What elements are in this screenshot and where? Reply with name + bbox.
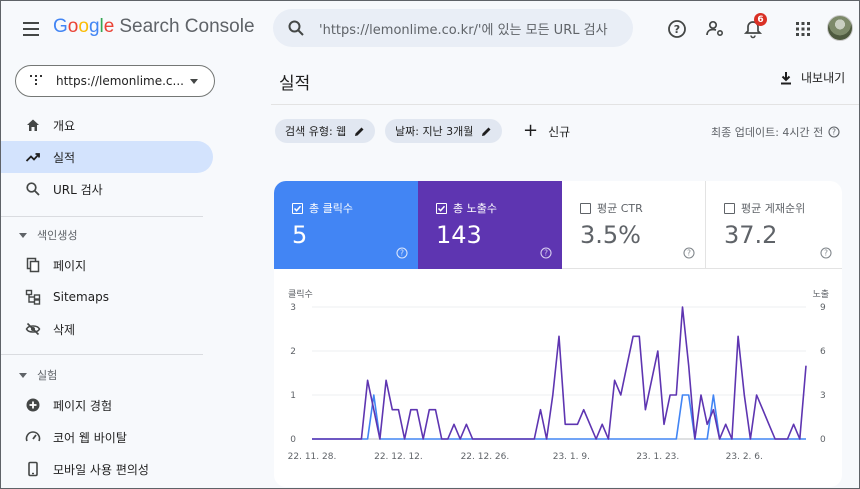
nav-item-pages[interactable]: 페이지 (1, 249, 213, 281)
top-bar: Google Search Console 'https://lemonlime.… (1, 1, 859, 57)
svg-text:?: ? (674, 23, 680, 36)
chevron-down-icon (190, 79, 198, 84)
menu-icon[interactable] (17, 15, 45, 43)
nav-item-sitemaps[interactable]: Sitemaps (1, 281, 213, 313)
notification-badge: 6 (754, 13, 767, 26)
search-placeholder: 'https://lemonlime.co.kr/'에 있는 모든 URL 검사 (319, 22, 608, 38)
page-title: 실적 (279, 74, 311, 94)
caret-down-icon (19, 232, 27, 238)
y-left-tick-label: 0 (290, 435, 296, 445)
plus-icon: + (523, 119, 539, 141)
svg-text:?: ? (544, 249, 548, 258)
x-tick-label: 23. 1. 9. (553, 452, 590, 462)
nav-item-core-web-vitals[interactable]: 코어 웹 바이탈 (1, 421, 213, 453)
caret-down-icon (19, 372, 27, 378)
nav-divider (1, 354, 203, 355)
pages-icon (23, 255, 43, 275)
checkbox-checked-icon[interactable] (436, 202, 447, 214)
y-right-tick-label: 3 (820, 391, 826, 401)
nav-section-experience[interactable]: 실험 (19, 367, 57, 383)
plus-circle-icon (23, 395, 43, 415)
metric-total-clicks[interactable]: 총 클릭수 5 ? (274, 181, 418, 269)
filter-chip-search-type[interactable]: 검색 유형: 웹 (275, 119, 376, 143)
y-axis-right-label: 노출 (812, 289, 829, 300)
y-left-tick-label: 3 (290, 303, 296, 313)
edit-icon (355, 127, 364, 136)
help-icon: ? (828, 126, 840, 138)
help-icon: ? (396, 247, 408, 259)
notifications-icon[interactable]: 6 (739, 13, 767, 43)
nav-item-overview[interactable]: 개요 (1, 109, 213, 141)
metric-total-impressions[interactable]: 총 노출수 143 ? (418, 181, 562, 269)
nav-item-url-inspection[interactable]: URL 검사 (1, 173, 213, 205)
last-updated: 최종 업데이트: 4시간 전 ? (711, 124, 840, 140)
nav-section-indexing[interactable]: 색인생성 (19, 227, 77, 243)
help-icon: ? (820, 247, 832, 259)
manage-users-icon[interactable] (701, 15, 729, 43)
property-url: https://lemonlime.c... (56, 74, 184, 88)
y-axis-left-label: 클릭수 (288, 288, 313, 300)
x-tick-label: 22. 12. 12. (374, 452, 423, 462)
sidebar: https://lemonlime.c... 개요 실적 URL 검사 색인생성… (1, 57, 229, 488)
product-name: Search Console (119, 16, 255, 37)
home-icon (23, 115, 43, 135)
x-tick-label: 22. 11. 28. (288, 452, 337, 462)
speed-icon (23, 427, 43, 447)
y-right-tick-label: 6 (820, 347, 826, 357)
edit-icon (482, 127, 491, 136)
help-icon: ? (683, 247, 695, 259)
checkbox-unchecked-icon[interactable] (580, 202, 591, 214)
performance-card: 총 클릭수 5 ? 총 노출수 143 ? 평균 CTR 3.5% ? 평균 게… (274, 181, 842, 487)
phone-icon (23, 459, 43, 479)
title-divider (271, 104, 859, 105)
url-inspect-search[interactable]: 'https://lemonlime.co.kr/'에 있는 모든 URL 검사 (273, 9, 633, 47)
svg-text:?: ? (832, 128, 836, 137)
new-filter-button[interactable]: + 신규 (523, 119, 570, 143)
search-icon (23, 179, 43, 199)
main-content: 실적 내보내기 검색 유형: 웹 날짜: 지난 3개월 + 신규 최종 업데이트… (259, 57, 859, 488)
metric-value: 3.5% (580, 221, 641, 249)
y-right-tick-label: 0 (820, 435, 826, 445)
nav-divider (1, 216, 203, 217)
filter-chip-date[interactable]: 날짜: 지난 3개월 (385, 119, 503, 143)
svg-text:?: ? (824, 249, 828, 258)
app-frame: Google Search Console 'https://lemonlime.… (0, 0, 860, 489)
chart-svg: 클릭수 노출 0 0 1 3 2 6 3 9 22. 11. 28. 22. 12. 12. 22. 1… (288, 288, 829, 462)
y-left-tick-label: 1 (290, 391, 296, 401)
metric-average-ctr[interactable]: 평균 CTR 3.5% ? (562, 181, 706, 269)
metric-average-position[interactable]: 평균 게재순위 37.2 ? (706, 181, 842, 269)
x-tick-label: 22. 12. 26. (461, 452, 510, 462)
performance-chart: 클릭수 노출 0 0 1 3 2 6 3 9 22. 11. 28. 22. 12. 12. 22. 1… (274, 269, 842, 487)
svg-text:?: ? (400, 249, 404, 258)
nav-item-removals[interactable]: 삭제 (1, 313, 213, 345)
export-button[interactable]: 내보내기 (779, 69, 845, 86)
series-line-impressions (312, 306, 807, 440)
apps-grid-icon[interactable] (789, 15, 817, 43)
x-tick-label: 23. 2. 6. (726, 452, 763, 462)
account-avatar[interactable] (827, 15, 853, 41)
nav-item-performance[interactable]: 실적 (1, 141, 213, 173)
svg-text:?: ? (687, 249, 691, 258)
search-icon (273, 9, 319, 47)
checkbox-checked-icon[interactable] (292, 202, 303, 214)
help-icon[interactable]: ? (663, 15, 691, 43)
trending-up-icon (23, 147, 43, 167)
checkbox-unchecked-icon[interactable] (724, 202, 735, 214)
help-icon: ? (540, 247, 552, 259)
y-left-tick-label: 2 (290, 347, 296, 357)
app-logo[interactable]: Google Search Console (53, 16, 255, 38)
nav-item-mobile-usability[interactable]: 모바일 사용 편의성 (1, 453, 213, 485)
sitemap-icon (23, 287, 43, 307)
y-right-tick-label: 9 (820, 303, 826, 313)
x-tick-label: 23. 1. 23. (636, 452, 679, 462)
download-icon (781, 71, 791, 84)
site-favicon (30, 75, 42, 87)
nav-item-page-experience[interactable]: 페이지 경험 (1, 389, 213, 421)
property-selector[interactable]: https://lemonlime.c... (15, 65, 215, 97)
metric-value: 5 (292, 221, 308, 249)
metric-value: 37.2 (724, 221, 778, 249)
visibility-off-icon (23, 319, 43, 339)
metric-value: 143 (436, 221, 482, 249)
